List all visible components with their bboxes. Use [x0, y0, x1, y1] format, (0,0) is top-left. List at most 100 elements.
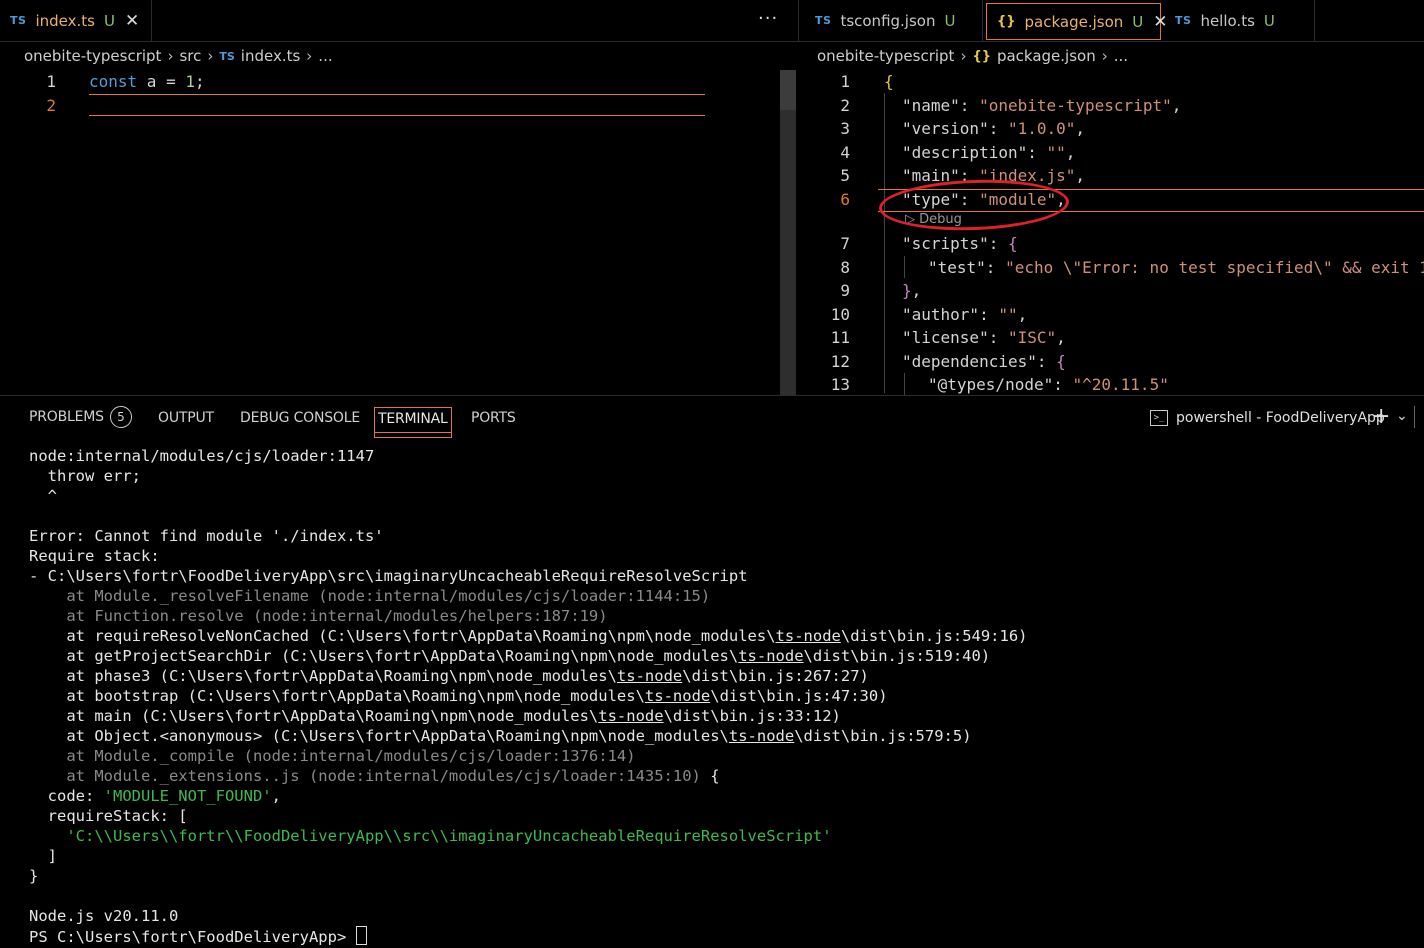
breadcrumb-file[interactable]: package.json: [997, 47, 1096, 65]
left-tab-bar: TS index.ts U ✕ ···: [0, 0, 798, 42]
line-number: 9: [840, 281, 850, 300]
terminal-line: Node.js v20.11.0: [29, 907, 179, 925]
tab-label: tsconfig.json: [840, 11, 936, 30]
typescript-file-icon: TS: [1175, 14, 1192, 27]
terminal-line: at Module._extensions..js (node:internal…: [29, 766, 1028, 786]
terminal-line: at Function.resolve (node:internal/modul…: [29, 607, 608, 625]
json-key: "scripts": [902, 234, 989, 253]
keyword: const: [89, 72, 138, 91]
line-number: 12: [830, 351, 850, 371]
tab-label: index.ts: [35, 11, 95, 30]
module-link[interactable]: ts-node: [776, 627, 841, 645]
json-key: "author": [902, 304, 980, 324]
line-number: 10: [830, 304, 850, 324]
json-string: "echo \"Error: no test specified\" && ex…: [1005, 257, 1424, 277]
terminal-line: at main (C:\Users\fortr\AppData\Roaming\…: [29, 706, 1028, 726]
tab-debug-console[interactable]: DEBUG CONSOLE: [240, 410, 360, 426]
tab-ports[interactable]: PORTS: [471, 410, 516, 426]
untracked-badge: U: [1263, 11, 1275, 30]
line-number: 13: [830, 375, 850, 394]
module-link[interactable]: ts-node: [729, 727, 794, 745]
code-text: ;: [194, 72, 205, 91]
indent-guide: [884, 93, 885, 393]
close-icon[interactable]: ✕: [125, 11, 139, 31]
tab-index-ts[interactable]: TS index.ts U ✕: [0, 0, 152, 41]
typescript-file-icon: TS: [219, 49, 235, 63]
panel-divider: [1414, 406, 1424, 428]
json-key: "license": [902, 328, 989, 347]
chevron-right-icon: ›: [306, 47, 313, 65]
error-code: 'MODULE_NOT_FOUND': [103, 787, 272, 805]
breadcrumb-root[interactable]: onebite-typescript: [24, 47, 161, 65]
editor-index-ts[interactable]: 1 2 const a = 1;: [0, 70, 780, 395]
tab-output[interactable]: OUTPUT: [158, 410, 214, 426]
more-actions-icon[interactable]: ···: [758, 8, 778, 29]
tab-tsconfig-json[interactable]: TS tsconfig.json U: [805, 0, 983, 41]
terminal-cursor: [355, 926, 367, 945]
json-string: "onebite-typescript": [979, 95, 1172, 115]
line-number: 7: [840, 234, 850, 253]
tab-label: PROBLEMS: [29, 409, 104, 425]
stack-text: \dist\bin.js:519:40): [803, 647, 991, 665]
stack-text: \dist\bin.js:47:30): [710, 687, 888, 705]
problems-count-badge: 5: [109, 406, 132, 428]
line-number: 2: [840, 95, 850, 115]
chevron-down-icon[interactable]: ⌄: [1396, 408, 1408, 424]
tab-hello-ts[interactable]: TS hello.ts U: [1165, 0, 1315, 41]
line-number: 1: [46, 72, 56, 91]
breadcrumb-folder[interactable]: src: [179, 47, 201, 65]
json-key: "version": [902, 119, 989, 138]
module-link[interactable]: ts-node: [738, 647, 803, 665]
breadcrumb-symbols[interactable]: ...: [318, 47, 332, 65]
stack-text: at requireResolveNonCached (C:\Users\for…: [29, 627, 776, 645]
json-string: "": [1046, 142, 1066, 162]
json-key: "dependencies": [902, 351, 1037, 371]
terminal-line: at Module._compile (node:internal/module…: [29, 747, 636, 765]
tab-problems[interactable]: PROBLEMS 5: [29, 406, 132, 428]
indent-guide: [904, 373, 905, 395]
untracked-badge: U: [1132, 12, 1144, 31]
module-link[interactable]: ts-node: [645, 687, 710, 705]
line-number: 4: [840, 142, 850, 162]
terminal-prompt-line[interactable]: PS C:\Users\fortr\FoodDeliveryApp>: [29, 926, 1028, 946]
terminal-selector[interactable]: >_ powershell - FoodDeliveryApp: [1150, 410, 1385, 426]
line-number: 3: [840, 119, 850, 138]
json-key: "test": [928, 257, 986, 277]
terminal-line: ^: [29, 487, 57, 505]
tab-label: package.json: [1024, 12, 1124, 31]
json-file-icon: {}: [997, 14, 1016, 29]
stack-text: at main (C:\Users\fortr\AppData\Roaming\…: [29, 707, 599, 725]
json-string: "ISC": [1007, 328, 1057, 347]
stack-text: code:: [29, 787, 104, 805]
breadcrumb-file[interactable]: index.ts: [241, 47, 301, 65]
terminal-line: Require stack:: [29, 547, 160, 565]
terminal-line: at phase3 (C:\Users\fortr\AppData\Roamin…: [29, 666, 1028, 686]
json-line-test: "test": "echo \"Error: no test specified…: [928, 256, 1424, 280]
terminal-line: Error: Cannot find module './index.ts': [29, 527, 384, 545]
vertical-scrollbar[interactable]: [780, 70, 796, 395]
chevron-right-icon: ›: [960, 47, 967, 65]
breadcrumb-root[interactable]: onebite-typescript: [817, 47, 954, 65]
editor-package-json[interactable]: 1 2 3 4 5 6 7 8 9 10 11 12 13 { "name": …: [800, 70, 1424, 395]
module-link[interactable]: ts-node: [598, 707, 663, 725]
panel-tab-bar: PROBLEMS 5 OUTPUT DEBUG CONSOLE TERMINAL …: [0, 395, 1424, 439]
line-number-current: 6: [840, 190, 850, 209]
scrollbar-thumb[interactable]: [780, 70, 796, 110]
terminal-line: at getProjectSearchDir (C:\Users\fortr\A…: [29, 646, 1028, 666]
terminal-line: at requireResolveNonCached (C:\Users\for…: [29, 626, 1027, 646]
terminal-line: at bootstrap (C:\Users\fortr\AppData\Roa…: [29, 686, 1028, 706]
stack-text: at Module._extensions..js (node:internal…: [29, 767, 701, 785]
current-line-highlight: [89, 94, 705, 116]
right-tab-bar: TS tsconfig.json U {} package.json U ✕ T…: [798, 0, 1424, 42]
tab-terminal[interactable]: TERMINAL: [374, 407, 452, 438]
breadcrumb-symbols[interactable]: ...: [1114, 47, 1128, 65]
add-terminal-icon[interactable]: +: [1372, 404, 1390, 429]
tab-package-json[interactable]: {} package.json U ✕: [986, 3, 1168, 40]
terminal-output[interactable]: node:internal/modules/cjs/loader:1147 th…: [29, 446, 1028, 946]
chevron-right-icon: ›: [1101, 47, 1108, 65]
module-link[interactable]: ts-node: [617, 667, 682, 685]
json-file-icon: {}: [972, 48, 991, 64]
json-string: "^20.11.5": [1072, 375, 1169, 394]
chevron-right-icon: ›: [207, 47, 214, 65]
